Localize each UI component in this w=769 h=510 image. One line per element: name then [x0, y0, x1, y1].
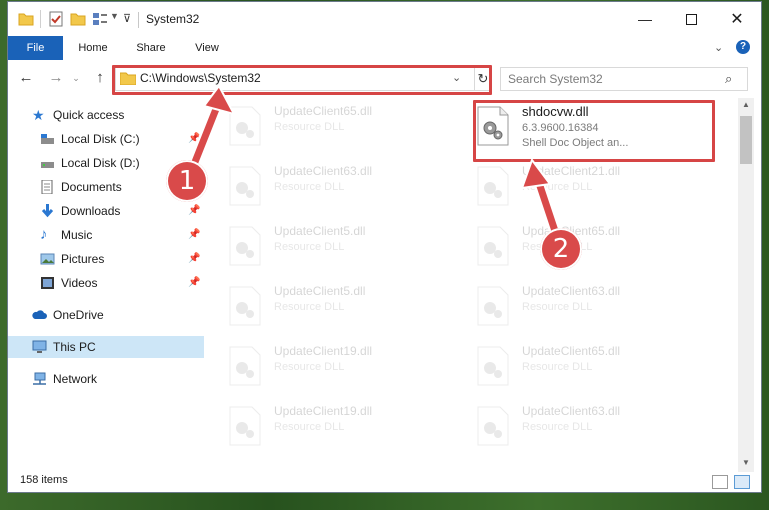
callout-badge-1: 1 [166, 160, 208, 202]
arrow-2 [520, 157, 564, 246]
callout-arrows [187, 84, 564, 246]
explorer-window: ▼ ⊽ System32 — ✕ File Home Share View ⌄ … [8, 2, 761, 492]
arrow-1 [187, 84, 236, 173]
callout-badge-2: 2 [540, 228, 582, 270]
